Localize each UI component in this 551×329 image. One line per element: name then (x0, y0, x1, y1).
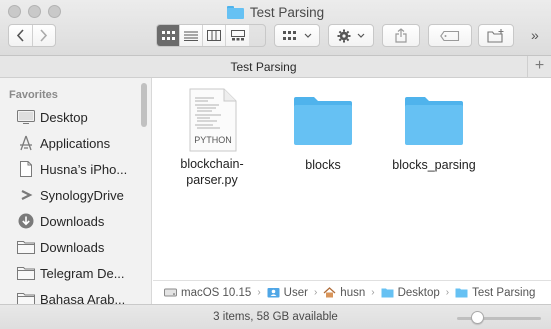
sidebar-item-label: Downloads (40, 239, 105, 255)
file-name: blocks_parsing (392, 158, 476, 172)
sidebar-scrollbar[interactable] (141, 83, 147, 127)
file-type-badge: PYTHON (194, 135, 232, 145)
sidebar-item-telegram[interactable]: Telegram De... (0, 261, 150, 285)
tab-title[interactable]: Test Parsing (0, 60, 527, 74)
file-item-blockchain-parser[interactable]: PYTHON blockchain- parser.py (167, 88, 257, 188)
synology-icon (17, 186, 35, 204)
icon-view-button[interactable] (157, 25, 180, 46)
path-crumb-label: Test Parsing (472, 286, 536, 299)
grid-icon (161, 30, 175, 40)
sidebar-item-synologydrive[interactable]: SynologyDrive (0, 183, 150, 207)
new-folder-button[interactable] (478, 24, 514, 47)
chevron-right-icon: › (445, 287, 450, 298)
sidebar-item-downloads[interactable]: Downloads (0, 209, 150, 233)
new-tab-button[interactable]: + (527, 56, 551, 77)
chevron-left-icon (16, 29, 24, 42)
sidebar-item-desktop[interactable]: Desktop (0, 105, 150, 129)
folder-icon (294, 97, 352, 145)
folder-icon (17, 290, 35, 305)
sidebar-item-label: Bahasa Arab... (40, 291, 126, 306)
list-view-button[interactable] (180, 25, 203, 46)
folder-icon (381, 288, 394, 298)
sidebar-item-label: SynologyDrive (40, 187, 124, 203)
sidebar-item-label: Desktop (40, 109, 88, 125)
chevron-right-icon: › (371, 287, 375, 298)
chevron-right-icon: › (313, 287, 318, 298)
gear-icon (337, 29, 351, 42)
folder-icon (17, 238, 35, 256)
gallery-view-button[interactable] (226, 25, 249, 46)
file-item-blocks-parsing[interactable]: blocks_parsing (388, 96, 480, 173)
file-name-line-1: blockchain- (180, 157, 244, 171)
list-icon (184, 31, 198, 41)
home-icon (323, 287, 336, 298)
path-crumb-users[interactable]: User › (267, 287, 324, 299)
path-crumb-home[interactable]: husn › (323, 287, 380, 299)
chevron-down-icon (357, 33, 365, 38)
sidebar-item-label: Applications (40, 135, 111, 151)
file-name: blocks (305, 158, 341, 172)
forward-button[interactable] (33, 25, 56, 46)
action-menu-button[interactable] (328, 24, 374, 47)
sidebar: Favorites Desktop Applications Husna’s i… (0, 78, 152, 305)
path-crumb-label: macOS 10.15 (181, 286, 252, 299)
sidebar-item-downloads-folder[interactable]: Downloads (0, 235, 150, 259)
sidebar-item-husna-iphone[interactable]: Husna’s iPho... (0, 157, 150, 181)
icon-size-slider-knob[interactable] (470, 311, 484, 324)
columns-icon (207, 30, 221, 41)
view-mode-control (156, 24, 266, 47)
back-button[interactable] (9, 25, 33, 46)
users-folder-icon (267, 288, 280, 298)
finder-window: Test Parsing » Test Parsing + Favorites … (0, 0, 551, 329)
chevron-right-icon (40, 29, 48, 42)
toolbar: Test Parsing » (0, 0, 551, 56)
window-title: Test Parsing (249, 4, 325, 20)
file-item-blocks[interactable]: blocks (278, 96, 368, 173)
share-button[interactable] (382, 24, 420, 47)
path-crumb-label: Desktop (397, 286, 440, 299)
path-crumb-label: User (283, 286, 308, 299)
chevron-right-icon: › (257, 287, 261, 298)
tag-icon (440, 30, 460, 41)
hard-disk-icon (164, 288, 177, 297)
desktop-icon (17, 108, 35, 126)
path-crumb-test-parsing[interactable]: Test Parsing (455, 287, 535, 299)
path-crumb-label: husn (340, 286, 366, 299)
sidebar-item-label: Husna’s iPho... (40, 161, 128, 177)
sidebar-item-bahasa-arab[interactable]: Bahasa Arab... (0, 287, 150, 305)
status-bar: 3 items, 58 GB available (0, 304, 551, 329)
path-crumb-disk[interactable]: macOS 10.15 › (164, 287, 267, 299)
applications-icon (17, 134, 35, 152)
share-icon (395, 28, 407, 43)
group-by-button[interactable] (274, 24, 320, 47)
folder-icon (17, 264, 35, 282)
path-crumb-desktop[interactable]: Desktop › (381, 287, 456, 299)
folder-icon (455, 288, 468, 298)
group-icon (282, 30, 296, 40)
sidebar-item-label: Downloads (40, 213, 105, 229)
icon-size-slider[interactable] (457, 317, 541, 320)
toolbar-overflow-button[interactable]: » (531, 27, 539, 43)
sidebar-section-title: Favorites (9, 89, 58, 101)
column-view-button[interactable] (203, 25, 226, 46)
chevron-down-icon (304, 33, 311, 38)
path-bar: macOS 10.15 › User › husn › Desktop › Te… (153, 280, 551, 304)
downloads-icon (17, 212, 35, 230)
folder-icon (226, 5, 244, 19)
new-folder-icon (487, 28, 504, 43)
document-icon (17, 160, 35, 178)
file-name-line-2: parser.py (186, 173, 238, 187)
python-file-icon: PYTHON (189, 88, 237, 152)
sidebar-item-applications[interactable]: Applications (0, 131, 150, 155)
tags-button[interactable] (428, 24, 472, 47)
folder-icon (405, 97, 463, 145)
file-browser: PYTHON blockchain- parser.py blocks bloc… (153, 78, 551, 280)
gallery-icon (230, 30, 245, 41)
nav-buttons (8, 24, 56, 47)
sidebar-item-label: Telegram De... (40, 265, 125, 281)
tab-bar: Test Parsing + (0, 56, 551, 78)
window-title-area: Test Parsing (0, 3, 551, 21)
